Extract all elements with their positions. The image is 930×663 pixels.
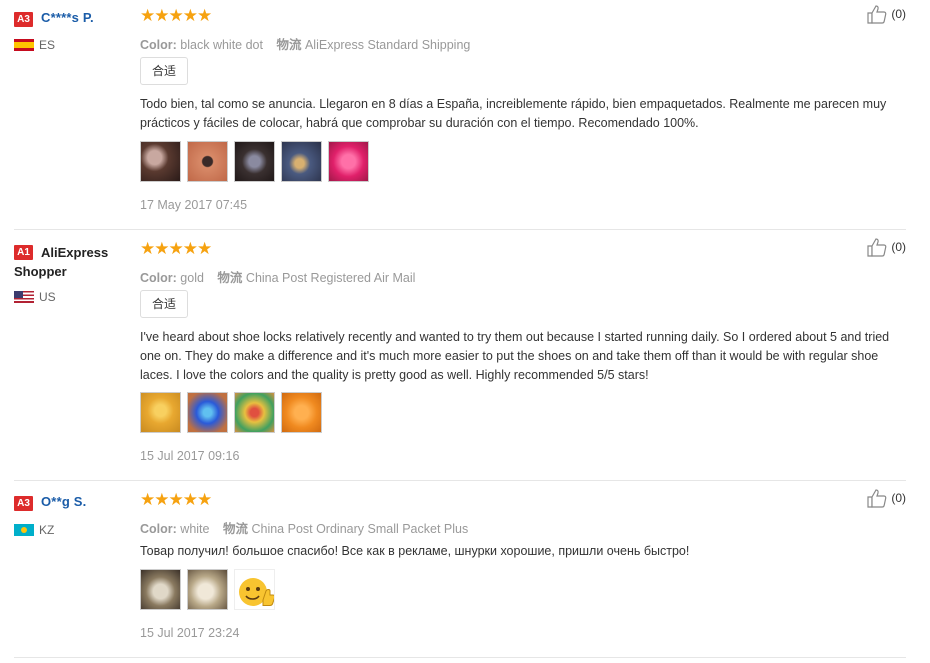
- reviewer-country: KZ: [14, 523, 54, 537]
- review-item: A3 C****s P. ES ★★★★★ Color: black white…: [14, 5, 906, 222]
- review-photos: [140, 569, 275, 610]
- review-text: Товар получил! большое спасибо! Все как …: [140, 544, 690, 558]
- helpful-button[interactable]: (0): [866, 4, 906, 24]
- review-photo[interactable]: [234, 392, 275, 433]
- review-photo[interactable]: [234, 141, 275, 182]
- fit-tag: 合适: [140, 57, 188, 85]
- shipping-label: 物流: [222, 522, 248, 536]
- helpful-button[interactable]: (0): [866, 237, 906, 257]
- review-photo[interactable]: [140, 141, 181, 182]
- thumbs-up-icon: [867, 5, 887, 24]
- review-text: Todo bien, tal como se anuncia. Llegaron…: [140, 97, 887, 130]
- color-label: Color:: [140, 271, 177, 285]
- reviewer-name[interactable]: C****s P.: [41, 10, 94, 25]
- reviewer-name[interactable]: AliExpress Shopper: [14, 243, 124, 281]
- star-rating: ★★★★★: [140, 490, 212, 510]
- us-flag-icon: [14, 291, 34, 303]
- reviewer-country: US: [14, 290, 56, 304]
- kazakhstan-flag-icon: [14, 524, 34, 536]
- review-divider: [14, 229, 906, 230]
- order-info: Color: gold 物流 China Post Registered Air…: [140, 267, 415, 286]
- shipping-value: AliExpress Standard Shipping: [304, 38, 471, 52]
- thumbs-up-icon: [867, 238, 887, 257]
- buyer-level-badge: A3: [14, 12, 33, 27]
- spain-flag-icon: [14, 39, 34, 51]
- review-divider: [14, 480, 906, 481]
- shipping-label: 物流: [276, 38, 302, 52]
- buyer-level-badge: A3: [14, 496, 33, 511]
- fit-tag: 合适: [140, 290, 188, 318]
- helpful-count: (0): [891, 7, 906, 21]
- review-photo[interactable]: [140, 569, 181, 610]
- helpful-count: (0): [891, 240, 906, 254]
- color-value: white: [180, 522, 210, 536]
- star-rating: ★★★★★: [140, 239, 212, 259]
- shipping-value: China Post Registered Air Mail: [245, 271, 416, 285]
- order-info: Color: white 物流 China Post Ordinary Smal…: [140, 518, 468, 537]
- review-photo[interactable]: [234, 569, 275, 610]
- star-rating: ★★★★★: [140, 6, 212, 26]
- order-info: Color: black white dot 物流 AliExpress Sta…: [140, 34, 470, 53]
- review-text: I've heard about shoe locks relatively r…: [140, 330, 890, 382]
- helpful-button[interactable]: (0): [866, 488, 906, 508]
- review-photo[interactable]: [328, 141, 369, 182]
- color-label: Color:: [140, 522, 177, 536]
- shipping-label: 物流: [217, 271, 243, 285]
- review-item: A1 AliExpress Shopper US ★★★★★ Color: go…: [14, 238, 906, 470]
- review-photo[interactable]: [140, 392, 181, 433]
- review-photo[interactable]: [187, 392, 228, 433]
- review-photo[interactable]: [281, 392, 322, 433]
- review-photos: [140, 141, 369, 182]
- review-photos: [140, 392, 322, 433]
- color-label: Color:: [140, 38, 177, 52]
- country-code: KZ: [39, 523, 55, 537]
- review-photo[interactable]: [281, 141, 322, 182]
- helpful-count: (0): [891, 491, 906, 505]
- review-photo[interactable]: [187, 569, 228, 610]
- shipping-value: China Post Ordinary Small Packet Plus: [251, 522, 469, 536]
- color-value: gold: [180, 271, 204, 285]
- review-date: 17 May 2017 07:45: [140, 198, 248, 212]
- thumbs-up-emoji-icon: [239, 578, 274, 606]
- color-value: black white dot: [180, 38, 263, 52]
- review-date: 15 Jul 2017 09:16: [140, 449, 240, 463]
- reviewer-country: ES: [14, 38, 55, 52]
- review-divider: [14, 657, 906, 658]
- review-item: A3 O**g S. KZ ★★★★★ Color: white 物流 Chin…: [14, 489, 906, 651]
- thumbs-up-icon: [867, 489, 887, 508]
- country-code: ES: [39, 38, 56, 52]
- review-date: 15 Jul 2017 23:24: [140, 626, 240, 640]
- review-photo[interactable]: [187, 141, 228, 182]
- reviewer-name[interactable]: O**g S.: [41, 494, 86, 509]
- country-code: US: [39, 290, 56, 304]
